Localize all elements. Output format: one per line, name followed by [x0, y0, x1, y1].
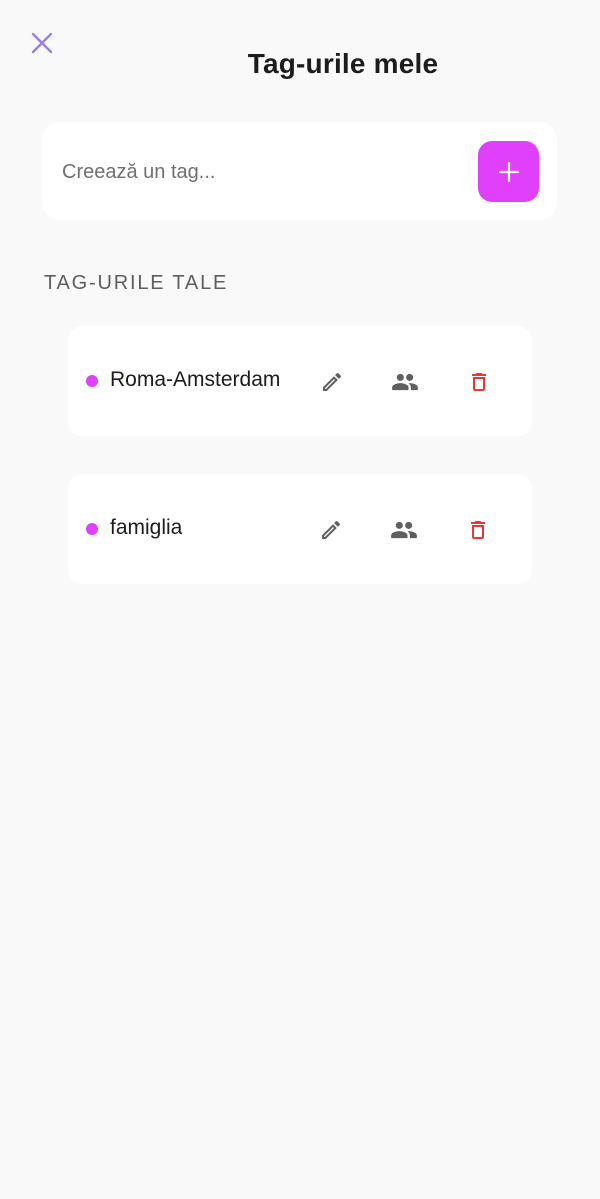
share-tag-button[interactable] [388, 514, 420, 546]
tag-card: Roma-Amsterdam [68, 326, 532, 436]
section-label: TAG-URILE TALE [44, 272, 229, 294]
delete-tag-button[interactable] [463, 366, 495, 398]
plus-icon [498, 161, 519, 182]
tag-name: Roma-Amsterdam [110, 368, 281, 391]
tag-card: famiglia [68, 474, 532, 584]
trash-icon [472, 373, 486, 391]
create-tag-box [42, 122, 557, 220]
edit-tag-button[interactable] [316, 366, 348, 398]
share-tag-button[interactable] [389, 366, 421, 398]
people-icon [392, 373, 418, 391]
people-icon [391, 521, 417, 539]
tag-name: famiglia [110, 516, 183, 539]
delete-tag-button[interactable] [462, 514, 494, 546]
trash-icon [471, 521, 485, 539]
edit-icon [322, 521, 341, 539]
tag-color-dot [86, 523, 98, 535]
create-tag-input[interactable] [62, 152, 442, 192]
edit-tag-button[interactable] [315, 514, 347, 546]
tag-color-dot [86, 375, 98, 387]
page-title: Tag-urile mele [247, 48, 439, 79]
edit-icon [323, 373, 342, 391]
add-tag-button[interactable] [478, 141, 539, 202]
